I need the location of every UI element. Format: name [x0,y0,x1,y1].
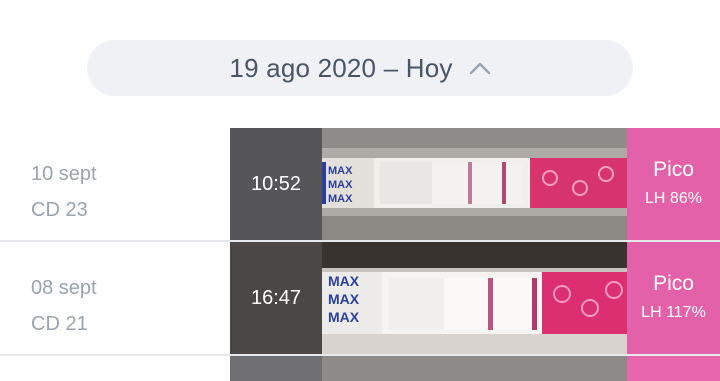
test-row[interactable]: 10 sept CD 23 10:52 MAX MAX MAX Pico LH … [0,128,720,242]
date-range-selector[interactable]: 19 ago 2020 – Hoy [87,40,633,96]
lh-percent: LH 117% [641,303,706,321]
test-strip-photo [322,356,628,381]
lh-level: Pico [653,271,694,295]
test-row[interactable]: 08 sept CD 21 16:47 MAX MAX MAX Pico LH … [0,242,720,356]
strip-max-label: MAX [328,291,360,307]
chevron-up-icon[interactable] [469,61,491,75]
test-time: 16:47 [230,242,322,354]
test-strip-photo[interactable]: MAX MAX MAX [322,242,628,354]
test-date: 10 sept [31,163,97,185]
lh-result-badge: Pico LH 86% [627,128,720,240]
strip-max-label: MAX [328,309,360,325]
lh-result-badge: Pico LH 117% [627,242,720,354]
lh-result-badge [627,356,720,381]
strip-max-label: MAX [328,273,360,289]
test-time: 10:52 [230,128,322,240]
test-meta: 08 sept CD 21 [31,270,97,342]
date-range-label: 19 ago 2020 – Hoy [229,52,453,83]
lh-percent: LH 86% [645,189,702,207]
lh-level: Pico [653,157,694,181]
test-row-partial[interactable] [230,356,720,381]
cycle-day: CD 23 [31,199,88,221]
test-meta: 10 sept CD 23 [31,156,97,228]
test-strip-photo[interactable]: MAX MAX MAX [322,128,628,240]
strip-max-label: MAX [328,193,353,205]
strip-max-label: MAX [328,179,353,191]
test-date: 08 sept [31,277,97,299]
strip-max-label: MAX [328,165,353,177]
cycle-day: CD 21 [31,313,88,335]
